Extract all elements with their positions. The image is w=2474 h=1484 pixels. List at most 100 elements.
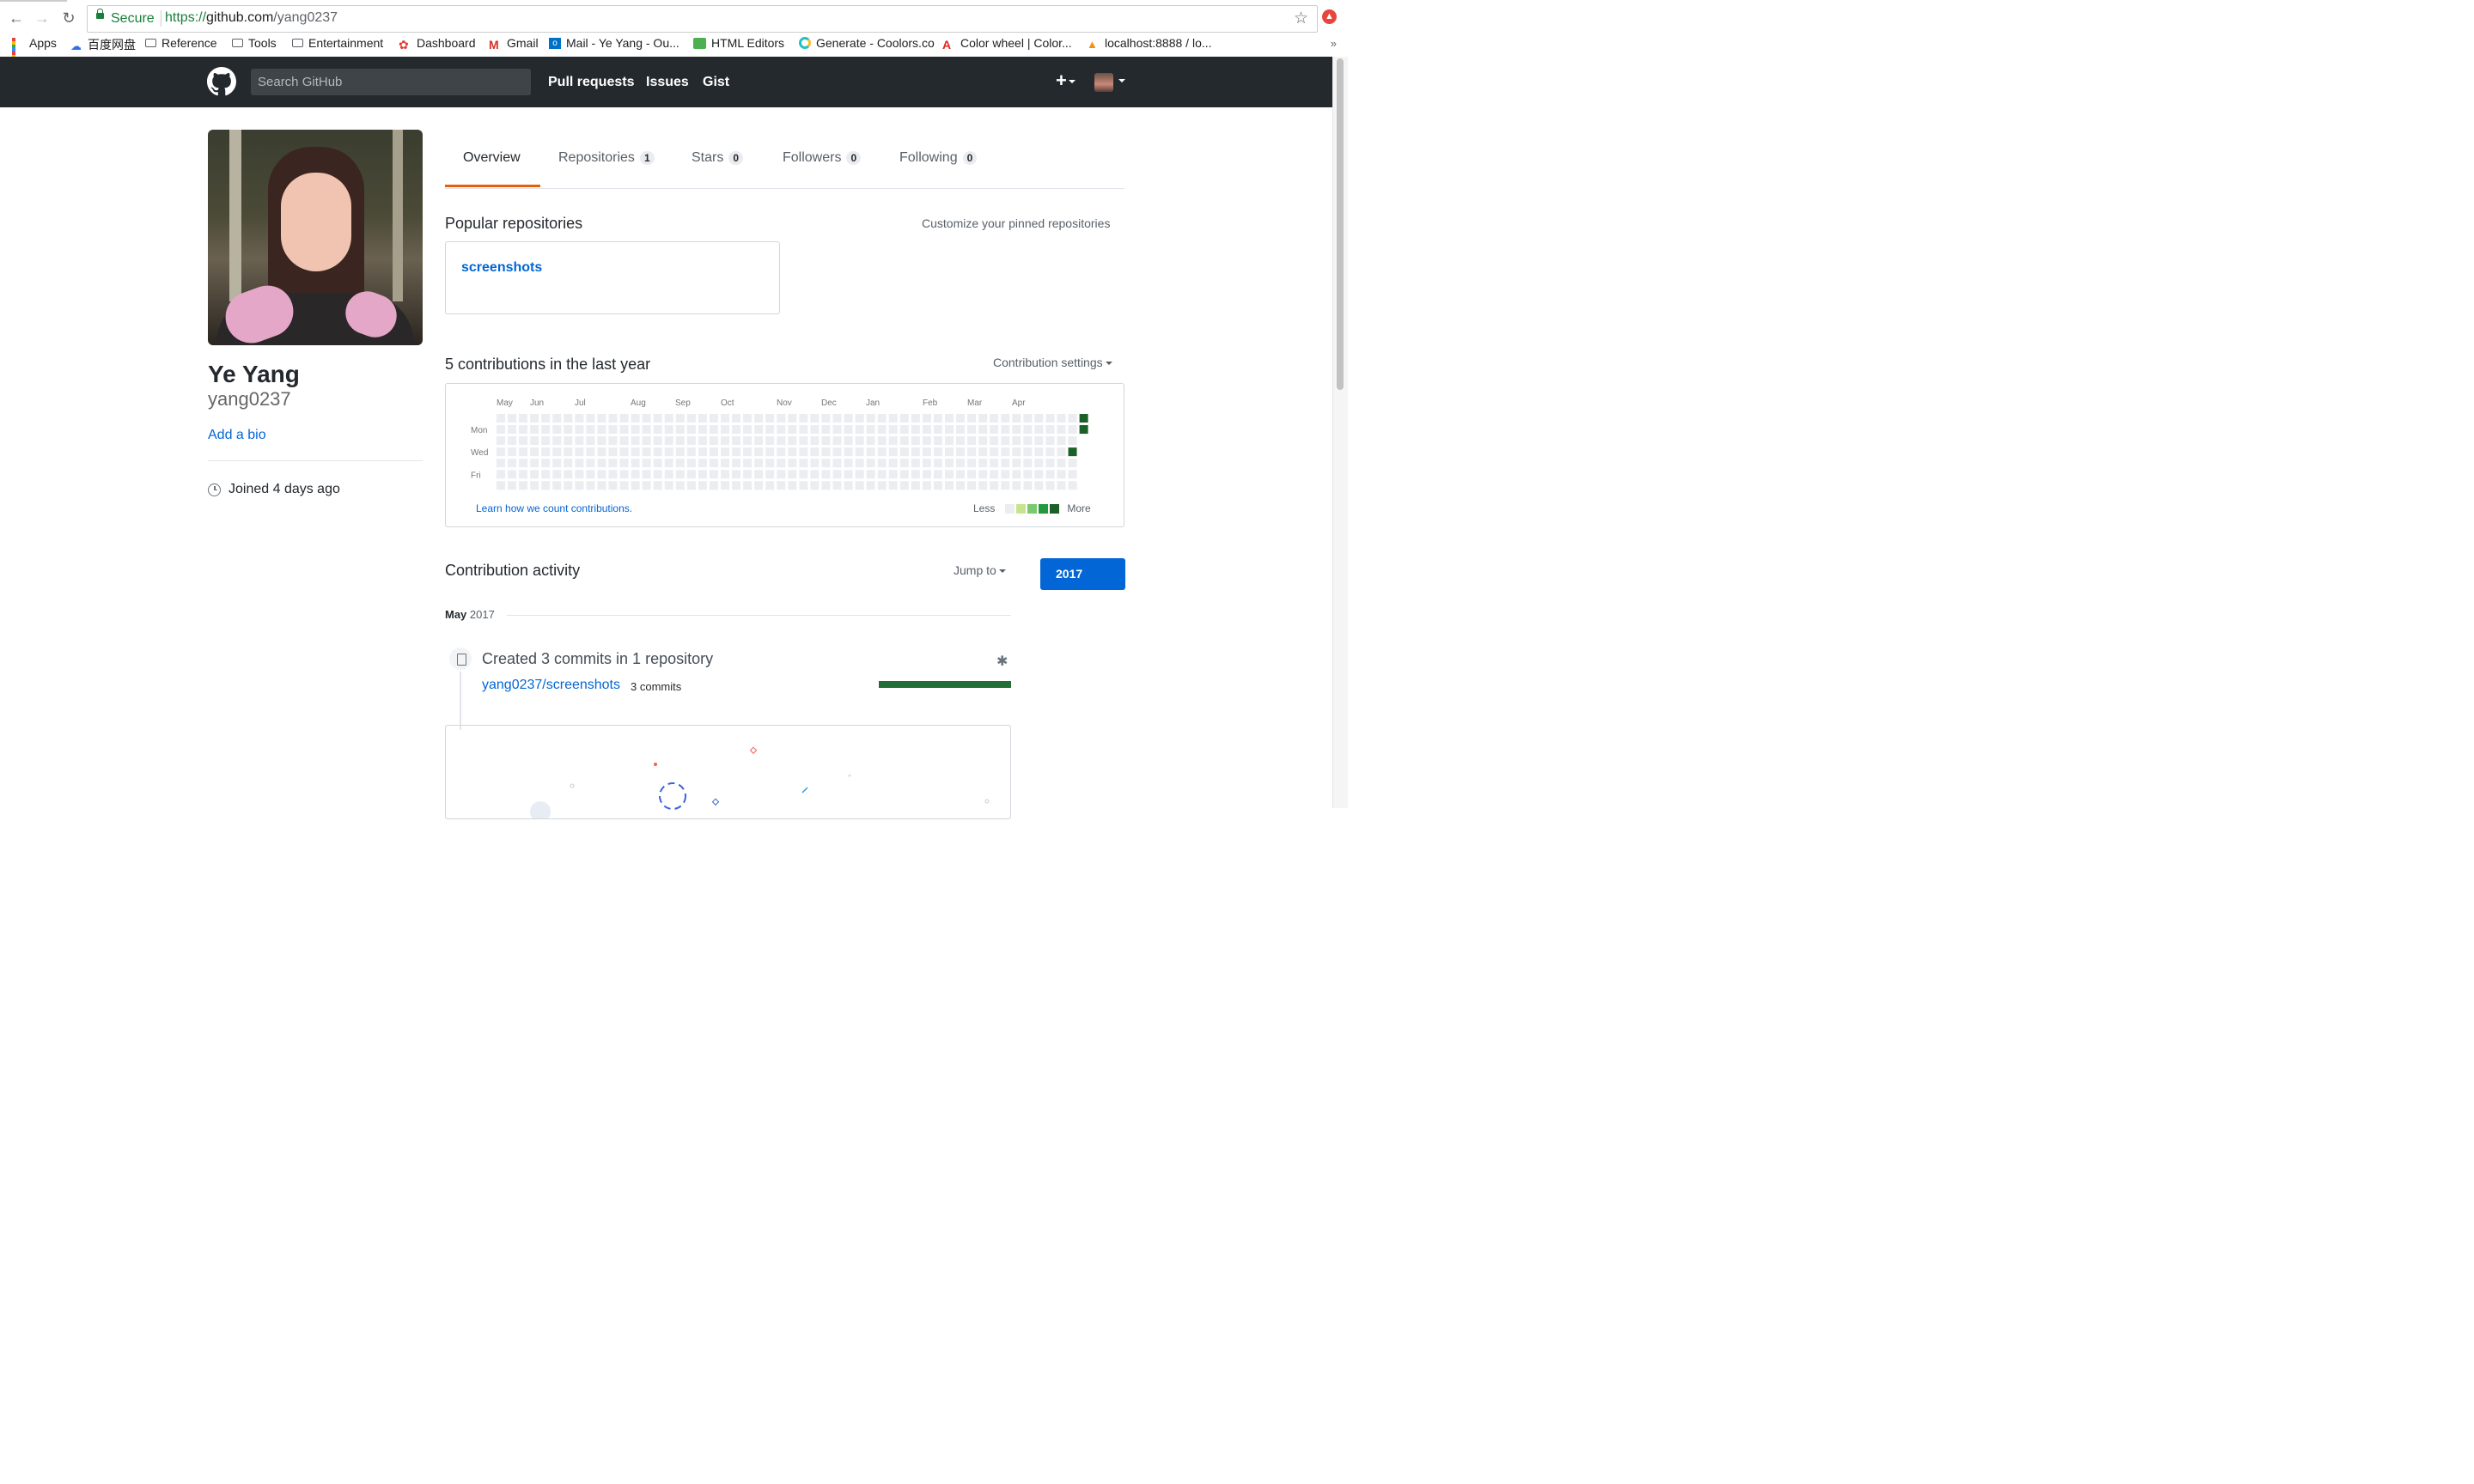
contribution-day[interactable] [754, 459, 764, 468]
contribution-day[interactable] [1001, 459, 1010, 468]
page-scrollbar[interactable] [1332, 57, 1348, 808]
bookmark-reference[interactable]: Reference [145, 36, 217, 50]
contribution-day[interactable] [1034, 459, 1044, 468]
contribution-day[interactable] [821, 414, 831, 423]
contribution-day[interactable] [754, 425, 764, 435]
contribution-day[interactable] [608, 425, 618, 435]
contribution-day[interactable] [686, 436, 696, 446]
contribution-day[interactable] [799, 425, 808, 435]
contribution-day[interactable] [832, 447, 842, 457]
bookmark-outlook[interactable]: o Mail - Ye Yang - Ou... [549, 36, 679, 50]
contribution-day[interactable] [1045, 447, 1055, 457]
contribution-day[interactable] [911, 425, 920, 435]
contribution-day[interactable] [631, 425, 640, 435]
contribution-day[interactable] [945, 414, 954, 423]
contribution-day[interactable] [497, 470, 505, 479]
contribution-day[interactable] [608, 414, 618, 423]
contribution-day[interactable] [1001, 425, 1010, 435]
contribution-day[interactable] [844, 459, 853, 468]
contribution-day[interactable] [821, 459, 831, 468]
contribution-day[interactable] [922, 470, 931, 479]
contribution-day[interactable] [1057, 481, 1066, 490]
contribution-day[interactable] [1023, 436, 1033, 446]
contribution-day[interactable] [933, 481, 942, 490]
contribution-day[interactable] [821, 481, 831, 490]
contribution-day[interactable] [519, 425, 528, 435]
contribution-day[interactable] [653, 470, 662, 479]
contribution-day[interactable] [619, 470, 629, 479]
contribution-day[interactable] [698, 436, 707, 446]
contribution-day[interactable] [922, 459, 931, 468]
contribution-day[interactable] [1068, 436, 1077, 446]
contribution-day[interactable] [911, 436, 920, 446]
contribution-day[interactable] [788, 436, 797, 446]
contribution-day[interactable] [765, 481, 775, 490]
contribution-day[interactable] [1012, 459, 1021, 468]
contribution-day[interactable] [788, 459, 797, 468]
contribution-day[interactable] [933, 425, 942, 435]
contribution-day[interactable] [765, 447, 775, 457]
contribution-day[interactable] [754, 481, 764, 490]
contribution-day[interactable] [575, 425, 584, 435]
contribution-settings-dropdown[interactable]: Contribution settings [993, 356, 1112, 369]
contribution-day[interactable] [497, 481, 505, 490]
contribution-day[interactable] [519, 459, 528, 468]
contribution-day[interactable] [956, 414, 966, 423]
contribution-day[interactable] [911, 470, 920, 479]
contribution-day[interactable] [1045, 481, 1055, 490]
bookmark-gmail[interactable]: M Gmail [489, 36, 539, 52]
contribution-day[interactable] [519, 414, 528, 423]
contribution-day[interactable] [552, 447, 562, 457]
contribution-day[interactable] [519, 447, 528, 457]
contribution-day[interactable] [552, 459, 562, 468]
contribution-day[interactable] [990, 425, 999, 435]
tab-overview[interactable]: Overview [463, 150, 521, 166]
profile-avatar[interactable] [208, 130, 423, 345]
contribution-day[interactable] [675, 414, 685, 423]
contribution-day[interactable] [642, 447, 651, 457]
contribution-day[interactable] [743, 447, 753, 457]
contribution-day[interactable] [888, 470, 898, 479]
contribution-day[interactable] [855, 459, 864, 468]
contribution-day[interactable] [1023, 414, 1033, 423]
contribution-day[interactable] [967, 425, 977, 435]
contribution-day[interactable] [564, 425, 573, 435]
contribution-day[interactable] [855, 470, 864, 479]
contribution-day[interactable] [799, 459, 808, 468]
contribution-day[interactable] [956, 481, 966, 490]
contribution-day[interactable] [810, 414, 820, 423]
contribution-day[interactable] [530, 436, 539, 446]
contribution-day[interactable] [508, 425, 517, 435]
contribution-day[interactable] [586, 414, 595, 423]
contribution-day[interactable] [686, 414, 696, 423]
fold-icon[interactable]: ✱ [996, 653, 1008, 670]
contribution-day[interactable] [664, 447, 673, 457]
contribution-day[interactable] [1068, 470, 1077, 479]
contribution-day[interactable] [709, 470, 718, 479]
bookmark-star-icon[interactable]: ☆ [1294, 9, 1308, 28]
contribution-day[interactable] [945, 470, 954, 479]
nav-issues[interactable]: Issues [646, 75, 689, 90]
contribution-day[interactable] [978, 414, 988, 423]
contribution-day[interactable] [597, 481, 606, 490]
contribution-day[interactable] [541, 436, 551, 446]
contribution-day[interactable] [721, 425, 729, 435]
jump-to-dropdown[interactable]: Jump to [954, 563, 1006, 577]
contribution-day[interactable] [866, 447, 875, 457]
contribution-day[interactable] [686, 459, 696, 468]
contribution-day[interactable] [1001, 481, 1010, 490]
contribution-day[interactable] [888, 436, 898, 446]
contribution-day[interactable] [575, 459, 584, 468]
contribution-day[interactable] [978, 481, 988, 490]
contribution-day[interactable] [709, 436, 718, 446]
contribution-day[interactable] [933, 436, 942, 446]
contribution-day[interactable] [754, 414, 764, 423]
contribution-day[interactable] [664, 481, 673, 490]
contribution-day[interactable] [945, 425, 954, 435]
contribution-day[interactable] [1045, 425, 1055, 435]
contribution-day[interactable] [586, 425, 595, 435]
contribution-day[interactable] [631, 470, 640, 479]
nav-pull-requests[interactable]: Pull requests [548, 75, 634, 90]
contribution-day[interactable] [686, 425, 696, 435]
bookmarks-overflow-icon[interactable]: » [1331, 37, 1337, 50]
